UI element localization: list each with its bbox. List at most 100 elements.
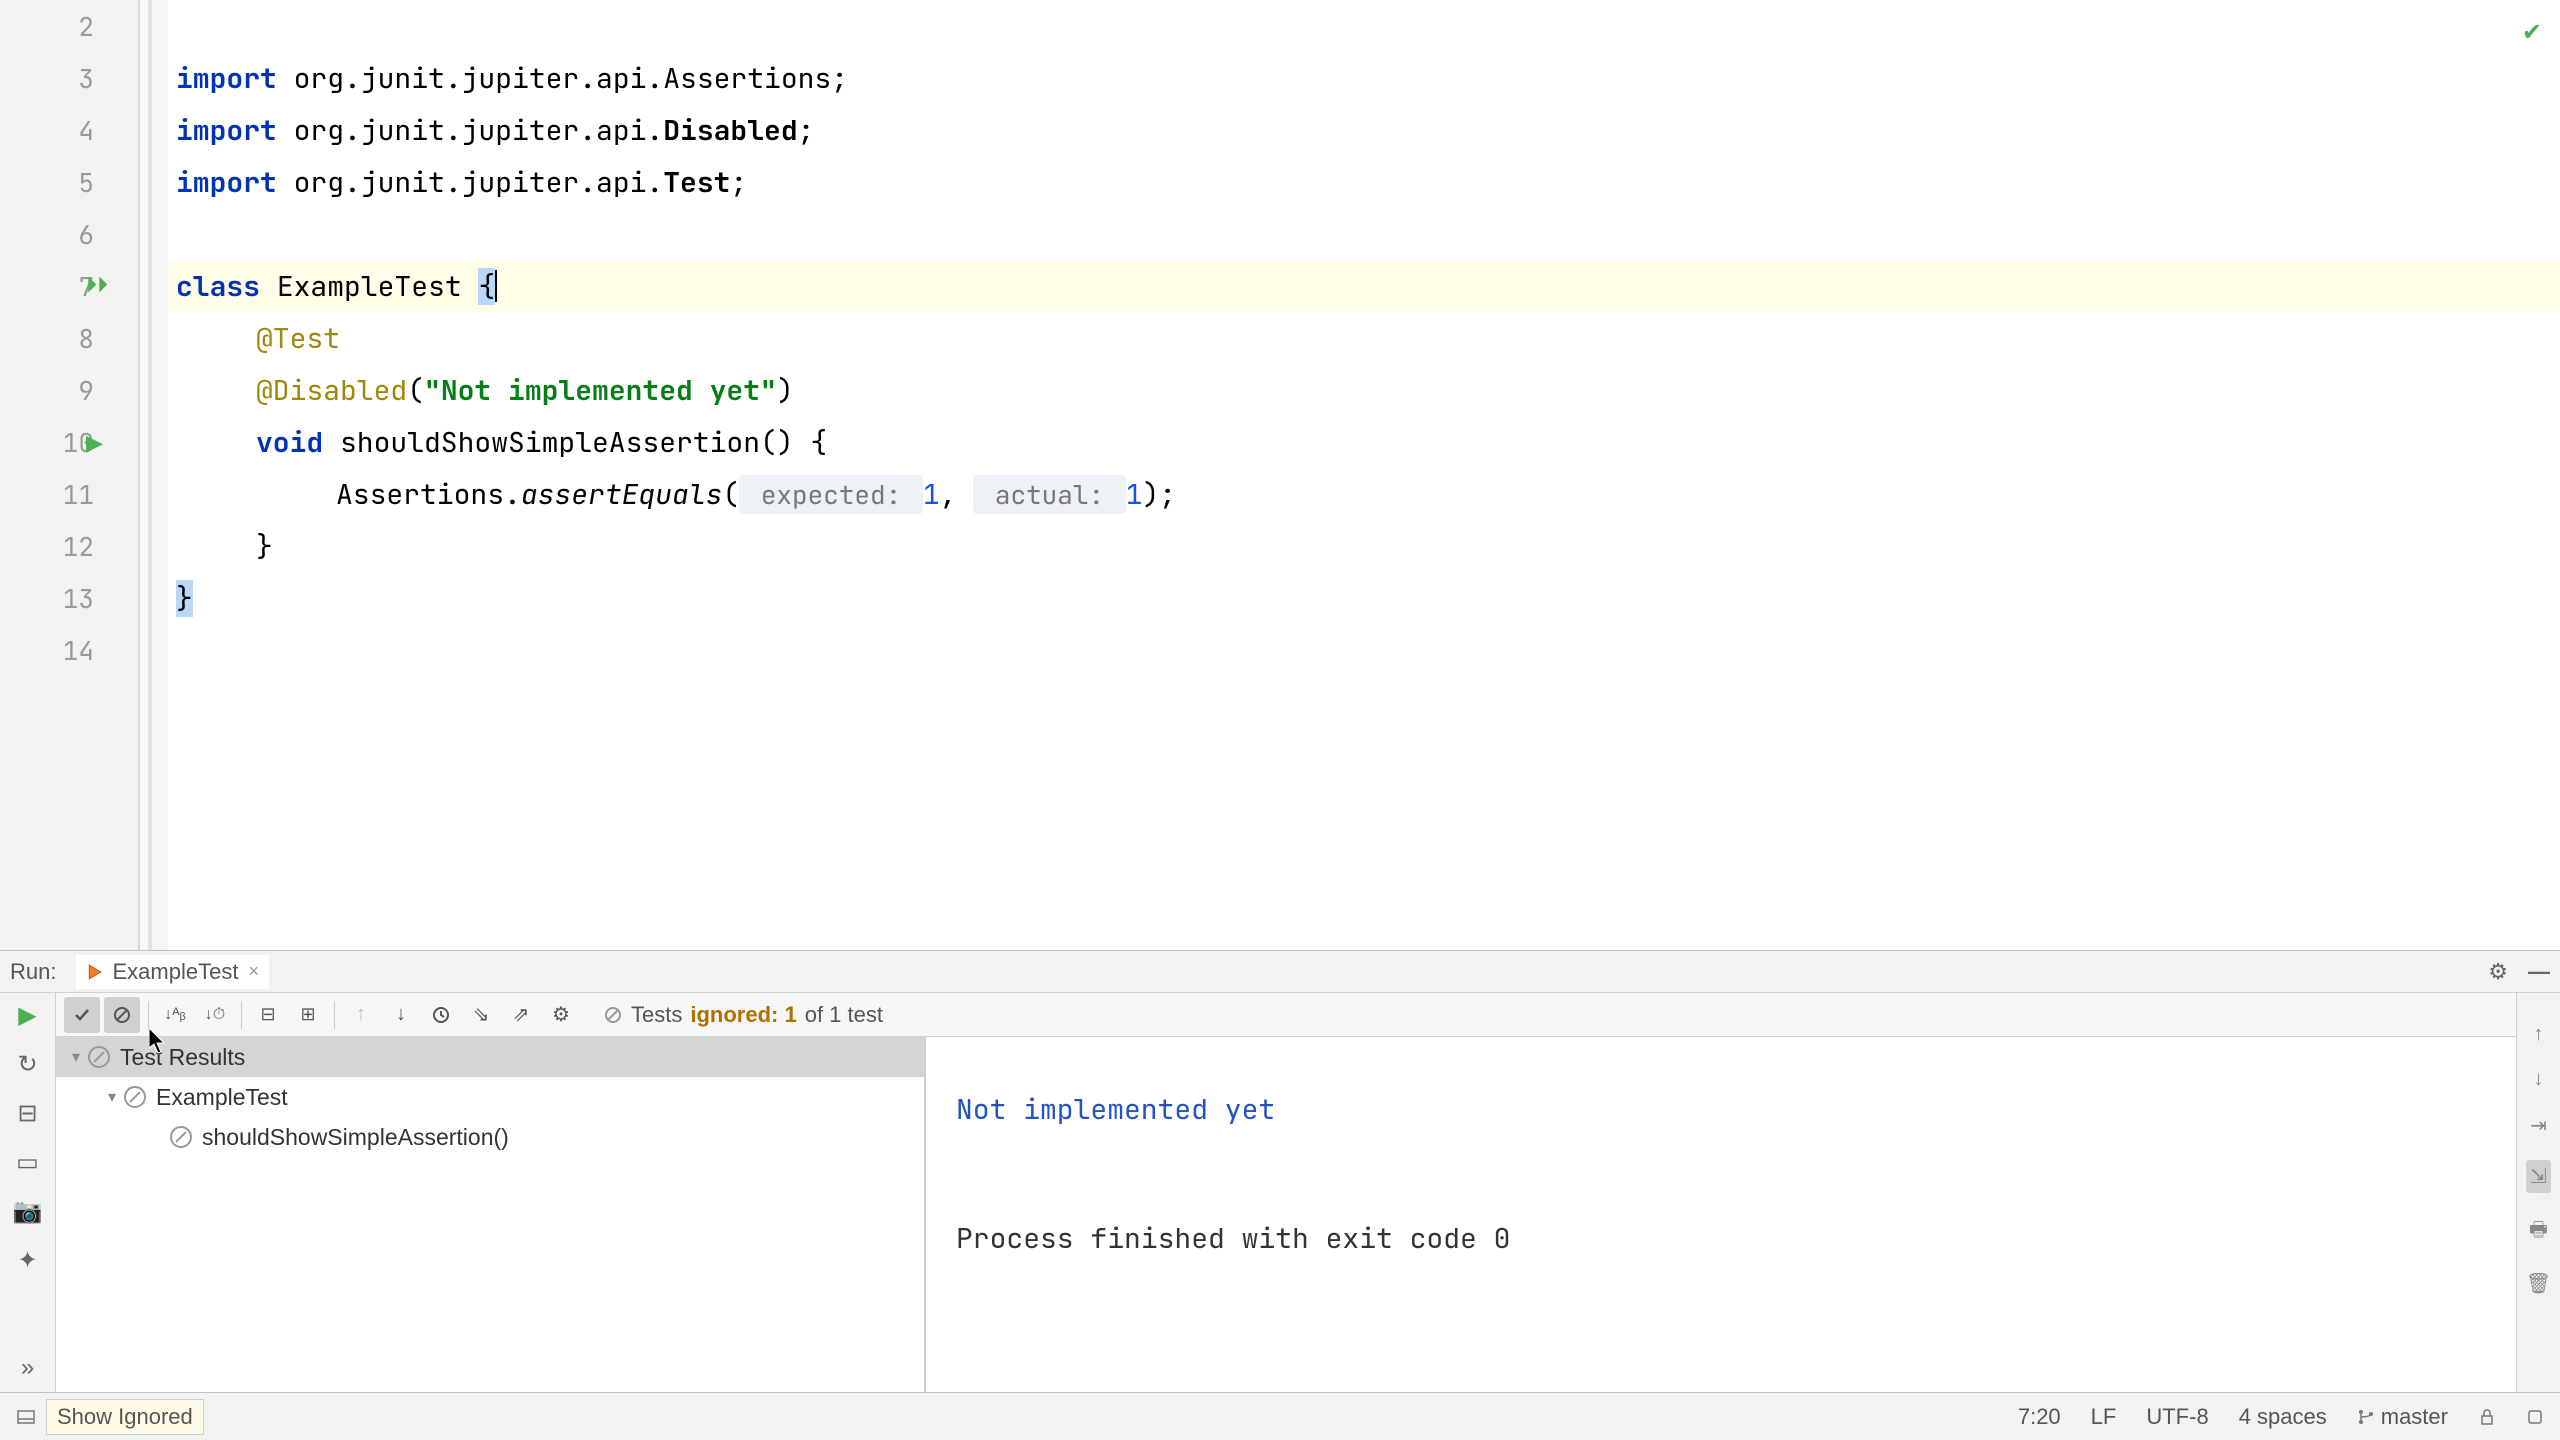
cursor-position[interactable]: 7:20 [2018, 1404, 2061, 1430]
lock-icon[interactable] [2478, 1408, 2496, 1426]
console-message[interactable]: Not implemented yet [956, 1091, 2486, 1128]
expand-all-button[interactable]: ⊟ [250, 997, 286, 1033]
tree-class-label: ExampleTest [156, 1084, 288, 1111]
mouse-cursor [149, 1028, 169, 1056]
gear-icon[interactable]: ⚙ [2488, 959, 2508, 985]
code-text: ; [798, 112, 815, 149]
encoding[interactable]: UTF-8 [2146, 1404, 2208, 1430]
console-exit: Process finished with exit code 0 [956, 1220, 2486, 1257]
run-panel-header: Run: ExampleTest × ⚙ — [0, 951, 2560, 993]
next-failed-button[interactable]: ↓ [383, 997, 419, 1033]
code-text: Disabled [663, 112, 797, 149]
code-text: } [176, 528, 273, 565]
run-label: Run: [10, 959, 56, 985]
test-tree[interactable]: ▾ Test Results ▾ ExampleTest shouldShowS… [56, 1037, 926, 1392]
code-text: org.junit.jupiter.api. [277, 164, 663, 201]
console-output[interactable]: Not implemented yet Process finished wit… [926, 1037, 2516, 1392]
caret [495, 270, 497, 302]
show-ignored-button[interactable] [104, 997, 140, 1033]
code-text: org.junit.jupiter.api. [277, 112, 663, 149]
code-text: Test [663, 164, 730, 201]
line-number: 6 [78, 217, 94, 252]
expand-icon[interactable]: » [21, 1354, 34, 1382]
rerun-icon[interactable]: ▶ [18, 1001, 36, 1030]
run-config-icon [86, 963, 104, 981]
code-text: ); [1142, 476, 1176, 513]
number-literal: 1 [923, 476, 940, 513]
line-number: 3 [78, 61, 94, 96]
code-text: ; [730, 164, 747, 201]
line-separator[interactable]: LF [2091, 1404, 2117, 1430]
kw-import: import [176, 112, 277, 149]
status-bar: Show Ignored 7:20 LF UTF-8 4 spaces mast… [0, 1392, 2560, 1440]
code-area[interactable]: import org.junit.jupiter.api.Assertions;… [140, 0, 2560, 950]
screenshot-icon[interactable]: 📷 [13, 1197, 43, 1226]
run-tab[interactable]: ExampleTest × [76, 955, 268, 989]
chevron-down-icon[interactable]: ▾ [72, 1047, 80, 1067]
clear-icon[interactable]: 🗑 [2526, 1271, 2551, 1296]
chevron-down-icon[interactable]: ▾ [108, 1087, 116, 1107]
toggle-auto-icon[interactable]: ↻ [17, 1050, 37, 1079]
editor-area: 2 3 4 5 6 7 8 9 10 11 12 13 14 ⏵⏵ ▶ impo… [0, 0, 2560, 950]
run-toolbar: ↓ᴬᵦ ↓⏱ ⊟ ⊞ ↑ ↓ ⇘ ⇗ ⚙ Tests ignored: 1 of… [56, 993, 2516, 1037]
sort-duration-button[interactable]: ↓⏱ [197, 997, 233, 1033]
pin-icon[interactable]: ▭ [16, 1148, 39, 1177]
git-branch[interactable]: master [2357, 1404, 2448, 1430]
kw-void: void [176, 424, 323, 461]
annotation-disabled: @Disabled [176, 372, 407, 409]
inspector-icon[interactable] [2526, 1408, 2544, 1426]
test-status: Tests ignored: 1 of 1 test [603, 1002, 883, 1028]
gutter: 2 3 4 5 6 7 8 9 10 11 12 13 14 ⏵⏵ ▶ [0, 0, 140, 950]
run-panel-body: ▶ ↻ ⊟ ▭ 📷 ✦ » ↓ᴬᵦ ↓⏱ ⊟ ⊞ ↑ ↓ ⇘ [0, 993, 2560, 1392]
tree-root[interactable]: ▾ Test Results [56, 1037, 924, 1077]
line-number: 2 [78, 9, 94, 44]
branch-icon [2357, 1408, 2375, 1426]
run-tab-label: ExampleTest [112, 959, 238, 985]
code-text: Assertions. [176, 476, 521, 513]
indent-setting[interactable]: 4 spaces [2239, 1404, 2327, 1430]
line-number: 5 [78, 165, 94, 200]
method-call: assertEquals [521, 476, 723, 513]
ignored-icon [124, 1086, 146, 1108]
run-mid: ↓ᴬᵦ ↓⏱ ⊟ ⊞ ↑ ↓ ⇘ ⇗ ⚙ Tests ignored: 1 of… [56, 993, 2516, 1392]
collapse-all-button[interactable]: ⊞ [290, 997, 326, 1033]
tree-class[interactable]: ▾ ExampleTest [56, 1077, 924, 1117]
run-class-icon[interactable]: ⏵⏵ [86, 272, 108, 298]
run-panel: Run: ExampleTest × ⚙ — ▶ ↻ ⊟ ▭ 📷 ✦ » ↓ᴬᵦ… [0, 950, 2560, 1392]
line-number: 4 [78, 113, 94, 148]
run-left-toolbar: ▶ ↻ ⊟ ▭ 📷 ✦ » [0, 993, 56, 1392]
annotation-test: @Test [176, 320, 340, 357]
tree-method[interactable]: shouldShowSimpleAssertion() [56, 1117, 924, 1157]
down-icon[interactable]: ↓ [2534, 1068, 2544, 1091]
ignored-icon [88, 1046, 110, 1068]
export-button[interactable]: ⇗ [503, 997, 539, 1033]
stop-icon[interactable]: ⊟ [17, 1099, 37, 1128]
run-method-icon[interactable]: ▶ [86, 430, 103, 456]
ignored-icon [170, 1126, 192, 1148]
code-text: , [940, 476, 974, 513]
close-icon[interactable]: × [248, 961, 259, 982]
tool-window-icon[interactable] [16, 1407, 36, 1427]
prev-failed-button[interactable]: ↑ [343, 997, 379, 1033]
line-number: 8 [78, 321, 94, 356]
status-total: of 1 test [805, 1002, 883, 1028]
param-hint: expected: [739, 475, 923, 514]
dump-icon[interactable]: ✦ [17, 1246, 37, 1275]
scroll-end-icon[interactable]: ⇲ [2526, 1160, 2551, 1193]
line-number: 12 [63, 529, 94, 564]
code-text: shouldShowSimpleAssertion() { [323, 424, 827, 461]
branch-name: master [2381, 1404, 2448, 1430]
code-text: { [478, 268, 495, 305]
settings-icon[interactable]: ⚙ [543, 997, 579, 1033]
ignored-icon [603, 1005, 623, 1025]
test-history-button[interactable] [423, 997, 459, 1033]
import-button[interactable]: ⇘ [463, 997, 499, 1033]
show-passed-button[interactable] [64, 997, 100, 1033]
tree-method-label: shouldShowSimpleAssertion() [202, 1124, 509, 1151]
inspection-ok-icon[interactable]: ✔ [2522, 18, 2542, 47]
status-ignored-count: ignored: 1 [690, 1002, 796, 1028]
soft-wrap-icon[interactable]: ⇥ [2530, 1113, 2547, 1138]
minimize-icon[interactable]: — [2528, 959, 2550, 985]
up-icon[interactable]: ↑ [2534, 1023, 2544, 1046]
print-icon[interactable]: 🖶 [2529, 1215, 2548, 1249]
